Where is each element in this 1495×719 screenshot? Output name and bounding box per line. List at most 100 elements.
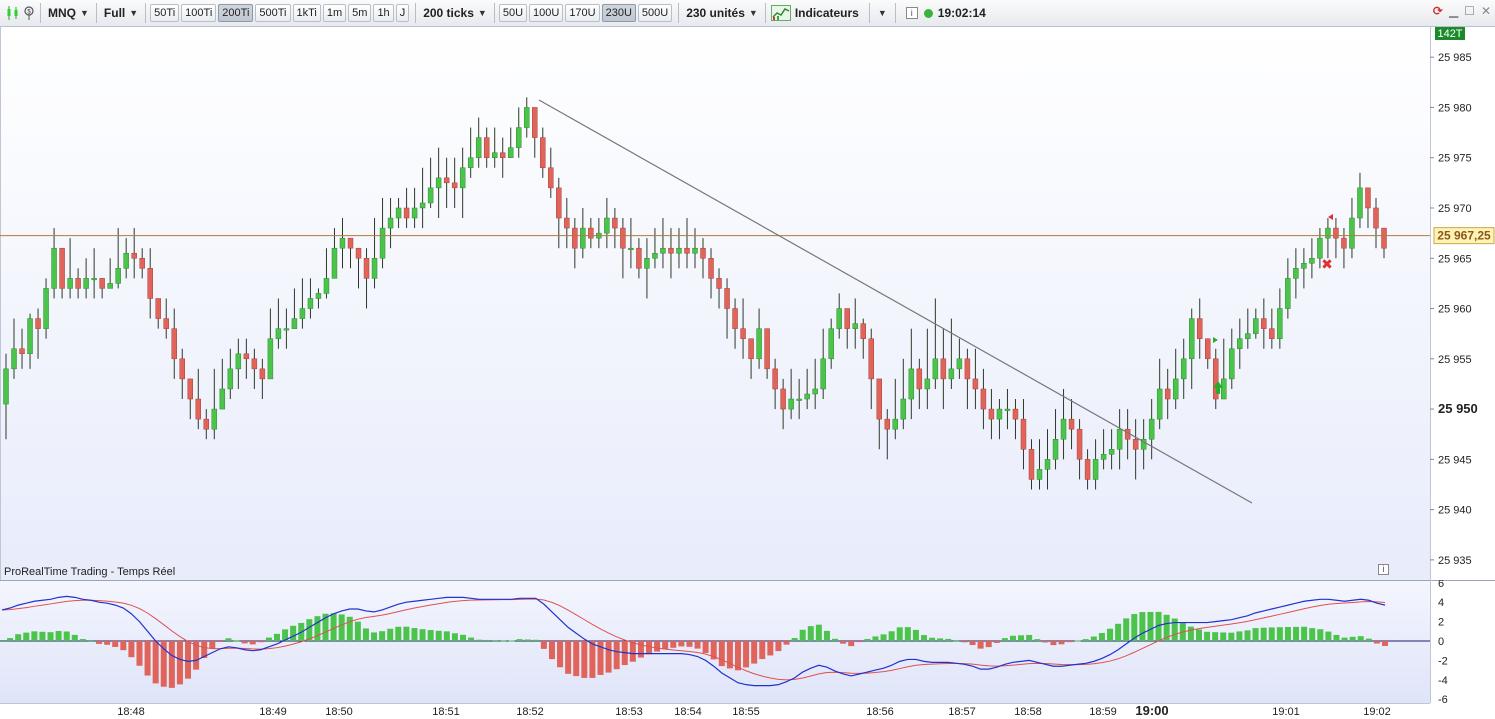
candle-body bbox=[59, 247, 65, 289]
histogram-bar bbox=[484, 639, 491, 641]
histogram-bar bbox=[314, 616, 321, 641]
unit-button-230u[interactable]: 230U bbox=[601, 4, 636, 22]
histogram-bar bbox=[702, 641, 709, 653]
candle-body bbox=[107, 283, 113, 289]
histogram-bar bbox=[136, 641, 143, 666]
candle-body bbox=[1020, 418, 1027, 450]
timeframe-button-100ti[interactable]: 100Ti bbox=[181, 4, 217, 22]
unit-button-50u[interactable]: 50U bbox=[498, 4, 528, 22]
indicators-icon[interactable] bbox=[770, 5, 792, 21]
histogram-bar bbox=[508, 640, 515, 642]
candle-body bbox=[1253, 318, 1259, 334]
indicators-button[interactable]: Indicateurs bbox=[792, 6, 865, 20]
candle-body bbox=[716, 278, 722, 289]
candle-body bbox=[1381, 227, 1387, 249]
price-tool-icon[interactable]: $ bbox=[22, 5, 36, 21]
unit-button-500u[interactable]: 500U bbox=[637, 4, 673, 22]
histogram-bar bbox=[104, 641, 111, 645]
chevron-down-icon: ▼ bbox=[477, 8, 487, 18]
candle-body bbox=[820, 358, 826, 390]
histogram-bar bbox=[1244, 630, 1251, 641]
histogram-bar bbox=[47, 632, 54, 641]
histogram-bar bbox=[1301, 626, 1308, 641]
candle-body bbox=[19, 348, 25, 355]
maximize-icon[interactable]: ☐ bbox=[1464, 4, 1475, 18]
histogram-bar bbox=[1293, 626, 1300, 641]
time-label: 18:54 bbox=[674, 706, 702, 718]
candle-body bbox=[644, 258, 650, 269]
candle-body bbox=[1333, 227, 1339, 239]
candle-body bbox=[91, 278, 97, 281]
candlestick-icon[interactable] bbox=[4, 5, 22, 21]
chevron-down-icon[interactable]: ▼ bbox=[878, 8, 887, 18]
candle-body bbox=[67, 278, 73, 289]
time-label: 18:51 bbox=[432, 706, 460, 718]
timeframe-button-200ti[interactable]: 200Ti bbox=[218, 4, 254, 22]
histogram-bar bbox=[848, 641, 855, 647]
price-label: 25 970 bbox=[1438, 203, 1472, 215]
toolbar-divider bbox=[894, 3, 896, 23]
info-icon[interactable]: i bbox=[905, 7, 918, 19]
histogram-bar bbox=[395, 626, 402, 641]
candle-body bbox=[1261, 318, 1267, 329]
macd-indicator-panel[interactable]: 6 4 2 0 -2 -4 -6 bbox=[0, 580, 1495, 703]
timeframe-button-j[interactable]: J bbox=[395, 4, 410, 22]
candle-body bbox=[51, 247, 57, 289]
toolbar-divider bbox=[868, 3, 870, 23]
histogram-bar bbox=[1042, 641, 1049, 643]
histogram-bar bbox=[476, 639, 483, 641]
candle-body bbox=[1132, 438, 1139, 450]
time-label: 18:59 bbox=[1089, 706, 1117, 718]
timeframe-button-500ti[interactable]: 500Ti bbox=[255, 4, 291, 22]
histogram-bar bbox=[79, 639, 86, 641]
mode-selector[interactable]: Full ▼ bbox=[101, 6, 141, 20]
candle-body bbox=[1148, 418, 1155, 440]
candle-body bbox=[115, 268, 121, 284]
candle-body bbox=[788, 398, 794, 410]
instrument-selector[interactable]: MNQ ▼ bbox=[45, 6, 92, 20]
timeframe-button-1m[interactable]: 1m bbox=[322, 4, 347, 22]
candle-body bbox=[467, 157, 474, 169]
unit-button-170u[interactable]: 170U bbox=[565, 4, 600, 22]
ticks-selector[interactable]: 200 ticks ▼ bbox=[420, 6, 490, 20]
timeframe-button-50ti[interactable]: 50Ti bbox=[150, 4, 180, 22]
histogram-bar bbox=[1212, 632, 1219, 641]
candle-body bbox=[620, 227, 626, 249]
histogram-bar bbox=[217, 641, 224, 642]
candle-body bbox=[499, 152, 506, 158]
histogram-bar bbox=[379, 631, 386, 641]
histogram-bar bbox=[985, 641, 992, 648]
time-label: 19:02 bbox=[1363, 706, 1391, 718]
candle-body bbox=[708, 258, 714, 279]
sync-icon[interactable]: ⟳ bbox=[1433, 4, 1443, 18]
close-icon[interactable]: ✕ bbox=[1481, 4, 1491, 18]
time-label: 18:57 bbox=[948, 706, 976, 718]
indicators-label: Indicateurs bbox=[794, 6, 859, 20]
candle-body bbox=[988, 408, 995, 420]
timeframe-button-1kti[interactable]: 1kTi bbox=[292, 4, 321, 22]
timeframe-button-5m[interactable]: 5m bbox=[348, 4, 372, 22]
candle-body bbox=[1293, 268, 1299, 279]
histogram-bar bbox=[71, 634, 78, 641]
price-chart[interactable]: 25 985 25 980 25 975 25 970 25 965 25 960 25 9… bbox=[0, 27, 1495, 580]
candle-body bbox=[580, 227, 586, 249]
candle-body bbox=[588, 227, 594, 239]
candle-body bbox=[1092, 459, 1099, 480]
candle-body bbox=[732, 308, 738, 329]
candle-body bbox=[219, 388, 226, 410]
candle-body bbox=[996, 408, 1003, 420]
units-selector[interactable]: 230 unités ▼ bbox=[683, 6, 761, 20]
timeframe-button-1h[interactable]: 1h bbox=[373, 4, 394, 22]
histogram-bar bbox=[128, 641, 135, 658]
histogram-bar bbox=[257, 641, 264, 643]
histogram-bar bbox=[1341, 637, 1348, 641]
indicator-label: 2 bbox=[1438, 617, 1444, 629]
candle-body bbox=[251, 358, 258, 370]
info-icon[interactable]: i bbox=[1378, 564, 1389, 575]
minimize-icon[interactable]: ▁ bbox=[1449, 4, 1458, 18]
candle-body bbox=[459, 167, 466, 189]
candle-body bbox=[475, 137, 482, 158]
histogram-bar bbox=[55, 630, 62, 641]
unit-button-100u[interactable]: 100U bbox=[529, 4, 564, 22]
candle-body bbox=[540, 137, 546, 169]
